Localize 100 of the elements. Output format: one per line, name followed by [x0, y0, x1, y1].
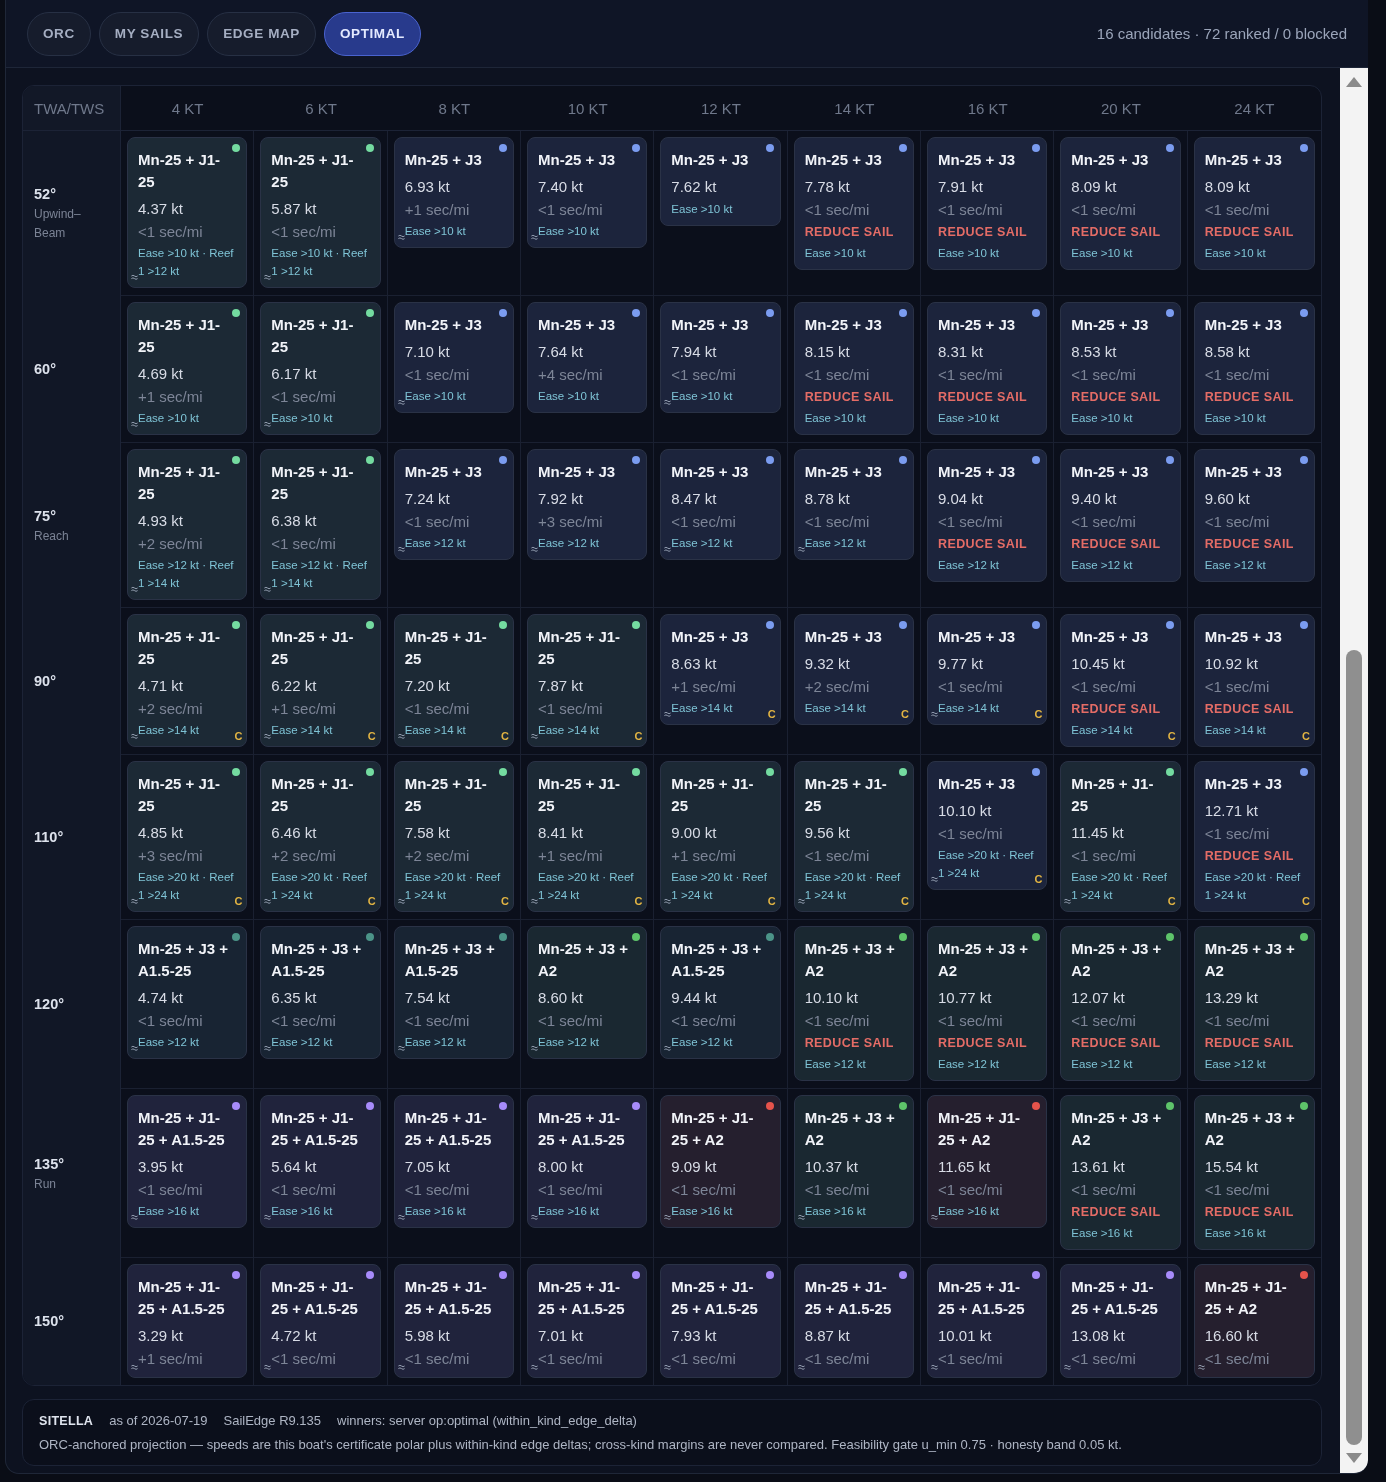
tab[interactable]: OPTIMAL: [323, 11, 421, 56]
boat-name: SITELLA: [39, 1413, 94, 1430]
trim-advice: Ease >12 kt: [1071, 1057, 1133, 1072]
sail-combo: Mn-25 + J1-25: [404, 627, 488, 669]
boat-speed: 4.37 kt: [138, 199, 185, 219]
time-delta: <1 sec/mi: [938, 824, 1004, 844]
boat-speed: 6.38 kt: [271, 511, 318, 531]
time-delta: <1 sec/mi: [671, 1180, 737, 1200]
sail-combo: Mn-25 + J1-25 + A1.5-25: [271, 1108, 359, 1150]
time-delta: <1 sec/mi: [671, 1011, 737, 1031]
boat-speed: 7.78 kt: [804, 177, 851, 197]
time-delta: <1 sec/mi: [1204, 1011, 1271, 1031]
flag-letter: C: [767, 895, 776, 908]
row-angle: 135°: [34, 1154, 64, 1174]
boat-speed: 7.64 kt: [538, 342, 584, 362]
trim-advice: Ease >16 kt: [538, 1204, 600, 1219]
scroll-up-icon[interactable]: [1346, 77, 1362, 87]
trim-advice: Ease >12 kt: [1204, 558, 1266, 573]
time-delta: <1 sec/mi: [804, 846, 871, 866]
trim-advice: Ease >14 kt: [1204, 723, 1266, 738]
sail-combo: Mn-25 + J1-25: [271, 627, 355, 669]
boat-speed: 10.01 kt: [938, 1326, 993, 1346]
scrollbar[interactable]: [1340, 68, 1368, 1473]
sail-combo: Mn-25 + J1-25 + A1.5-25: [138, 1277, 226, 1319]
time-delta: <1 sec/mi: [1071, 1349, 1137, 1369]
boat-speed: 4.69 kt: [138, 364, 185, 384]
time-delta: <1 sec/mi: [938, 200, 1004, 220]
boat-speed: 10.45 kt: [1071, 654, 1126, 674]
trim-advice: Ease >20 kt · Reef 1 >24 kt: [404, 870, 501, 903]
trim-advice: Ease >12 kt · Reef 1 >14 kt: [138, 558, 235, 591]
sail-combo: Mn-25 + J3: [1071, 150, 1150, 170]
time-delta: <1 sec/mi: [538, 699, 604, 719]
time-delta: <1 sec/mi: [1204, 824, 1271, 844]
flag-letter: C: [767, 708, 776, 721]
scrollbar-thumb[interactable]: [1346, 650, 1362, 1445]
boat-speed: 8.47 kt: [671, 489, 718, 509]
boat-speed: 4.72 kt: [271, 1326, 318, 1346]
reduce-sail-warning: REDUCE SAIL: [804, 389, 895, 406]
boat-speed: 10.92 kt: [1204, 654, 1260, 674]
scroll-down-icon[interactable]: [1346, 1453, 1362, 1463]
time-delta: <1 sec/mi: [938, 365, 1004, 385]
boat-speed: 6.93 kt: [404, 177, 451, 197]
time-delta: <1 sec/mi: [1204, 1349, 1271, 1369]
time-delta: <1 sec/mi: [1071, 846, 1137, 866]
time-delta: <1 sec/mi: [1204, 512, 1271, 532]
row-note: Reach: [34, 527, 69, 545]
time-delta: <1 sec/mi: [804, 1349, 871, 1369]
sail-combo: Mn-25 + J3: [1204, 315, 1283, 335]
boat-speed: 7.40 kt: [538, 177, 584, 197]
trim-advice: Ease >16 kt: [1071, 1226, 1133, 1241]
sail-combo: Mn-25 + J1-25 + A1.5-25: [804, 1277, 893, 1319]
boat-speed: 9.44 kt: [671, 988, 718, 1008]
boat-speed: 5.98 kt: [404, 1326, 451, 1346]
sail-combo: Mn-25 + J1-25: [404, 774, 488, 816]
boat-speed: 3.95 kt: [138, 1157, 185, 1177]
boat-speed: 8.00 kt: [538, 1157, 584, 1177]
sail-combo: Mn-25 + J3: [538, 462, 617, 482]
trim-advice: Ease >12 kt · Reef 1 >14 kt: [271, 558, 368, 591]
trim-advice: Ease >10 kt: [938, 411, 1000, 426]
sail-combo: Mn-25 + J3: [938, 627, 1017, 647]
sail-combo: Mn-25 + J1-25 + A1.5-25: [938, 1277, 1026, 1319]
row-angle: 90°: [34, 672, 56, 691]
sail-combo: Mn-25 + J1-25 + A1.5-25: [538, 1277, 626, 1319]
trim-advice: Ease >12 kt: [538, 1035, 600, 1050]
row-note: Run: [34, 1175, 56, 1193]
tab[interactable]: EDGE MAP: [207, 11, 316, 56]
sail-combo: Mn-25 + J1-25 + A2: [938, 1108, 1022, 1150]
sail-combo: Mn-25 + J3: [671, 315, 750, 335]
time-delta: <1 sec/mi: [404, 1180, 471, 1200]
time-delta: <1 sec/mi: [938, 512, 1004, 532]
sail-combo: Mn-25 + J1-25 + A1.5-25: [671, 1277, 759, 1319]
boat-speed: 4.74 kt: [138, 988, 185, 1008]
boat-speed: 9.40 kt: [1071, 489, 1118, 509]
boat-speed: 10.77 kt: [938, 988, 993, 1008]
boat-speed: 5.87 kt: [271, 199, 318, 219]
time-delta: <1 sec/mi: [138, 1180, 204, 1200]
sail-combo: Mn-25 + J1-25: [271, 150, 355, 192]
sail-combo: Mn-25 + J1-25: [538, 774, 622, 816]
flag-letter: C: [234, 730, 243, 743]
time-delta: <1 sec/mi: [271, 387, 337, 407]
time-delta: <1 sec/mi: [404, 365, 471, 385]
time-delta: <1 sec/mi: [271, 1180, 337, 1200]
time-delta: <1 sec/mi: [404, 699, 471, 719]
reduce-sail-warning: REDUCE SAIL: [1204, 1035, 1295, 1052]
boat-speed: 8.60 kt: [538, 988, 584, 1008]
trim-advice: Ease >16 kt: [671, 1204, 733, 1219]
trim-advice: Ease >10 kt: [671, 202, 733, 217]
row-angle: 75°: [34, 506, 56, 526]
boat-speed: 8.87 kt: [804, 1326, 851, 1346]
time-delta: <1 sec/mi: [804, 512, 871, 532]
boat-speed: 7.62 kt: [671, 177, 718, 197]
sail-combo: Mn-25 + J3: [538, 150, 617, 170]
column-header: 16 KT: [921, 86, 1055, 131]
sail-combo: Mn-25 + J3: [804, 627, 883, 647]
sail-combo: Mn-25 + J1-25 + A1.5-25: [1071, 1277, 1159, 1319]
boat-speed: 9.04 kt: [938, 489, 984, 509]
sail-combo: Mn-25 + J1-25: [138, 315, 222, 357]
boat-speed: 9.32 kt: [804, 654, 851, 674]
tab[interactable]: ORC: [27, 11, 91, 56]
tab[interactable]: MY SAILS: [98, 11, 200, 56]
